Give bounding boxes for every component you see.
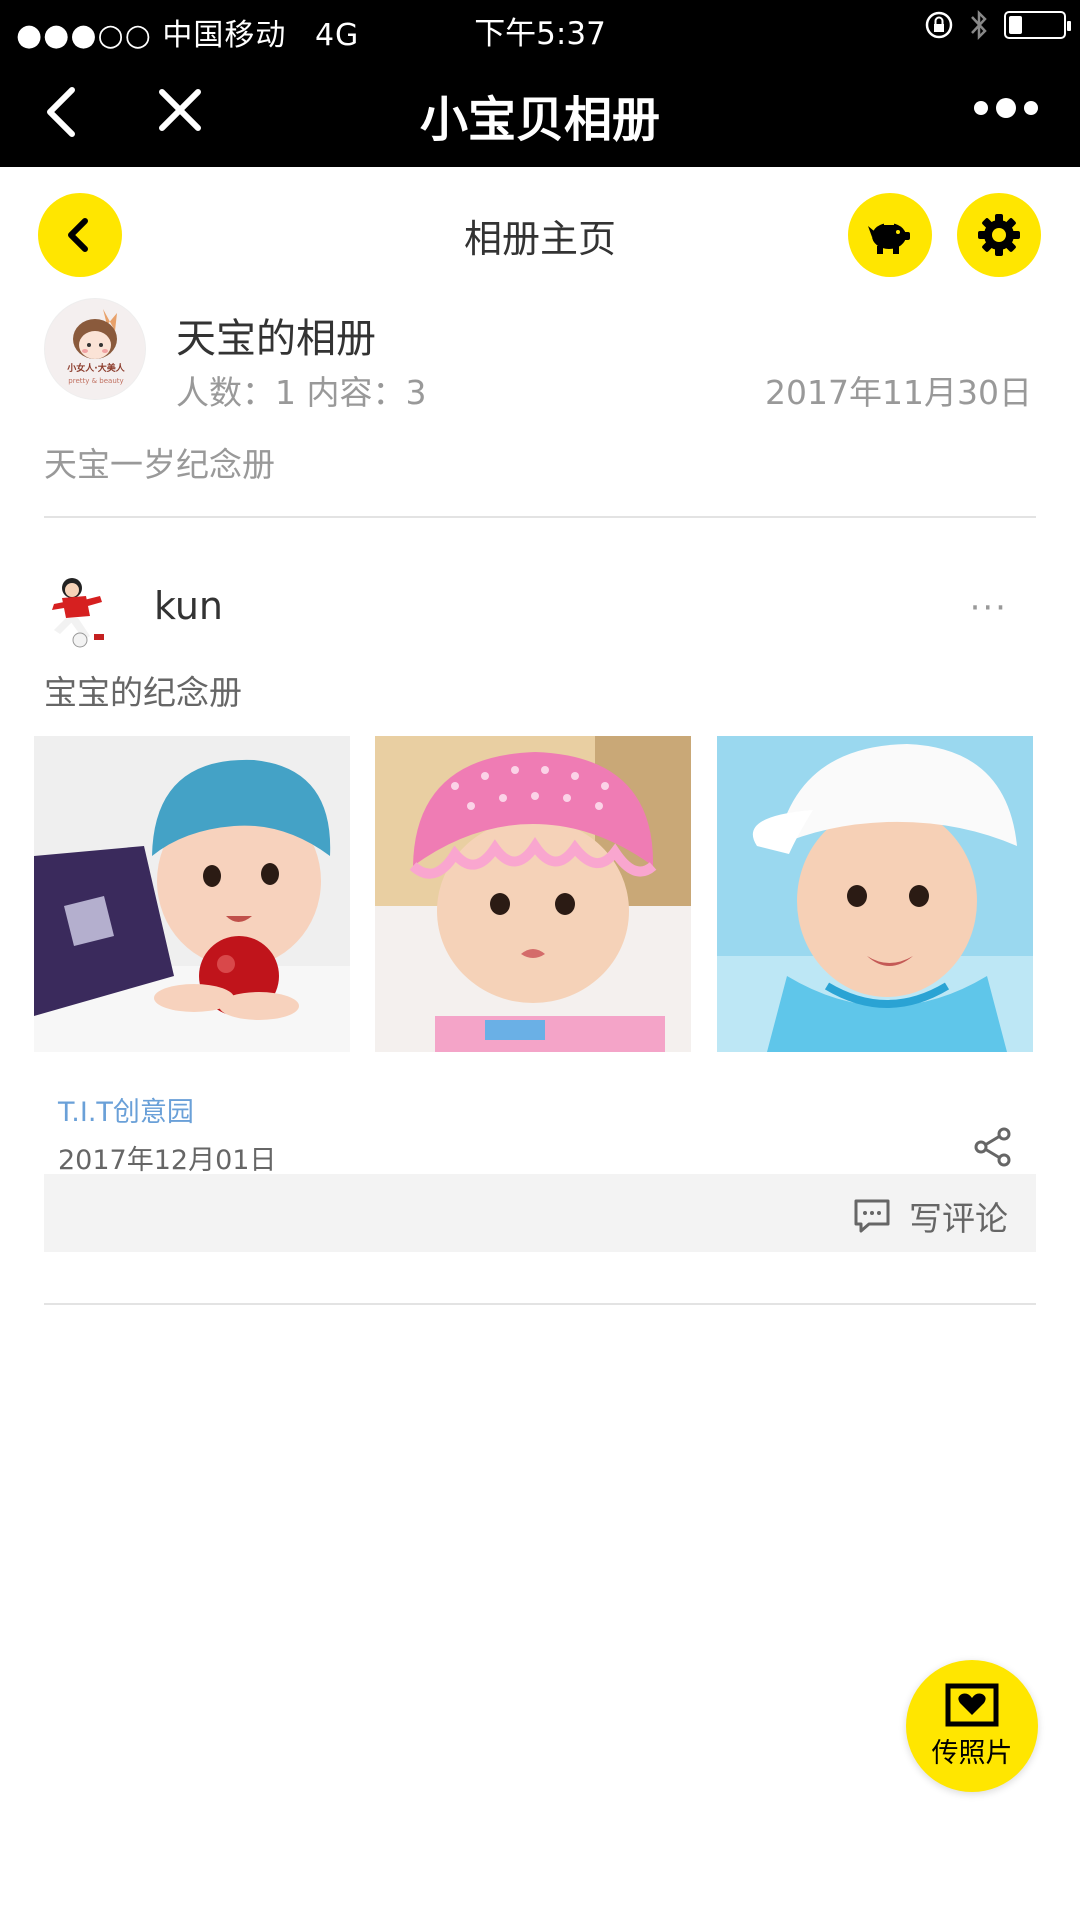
photo-thumbnail[interactable] — [717, 736, 1033, 1052]
write-comment-label: 写评论 — [909, 1199, 1008, 1238]
piggy-bank-icon — [868, 222, 910, 254]
photo-thumbnail[interactable] — [375, 736, 691, 1052]
avatar[interactable] — [44, 574, 120, 650]
baby-photo-blue-hat — [34, 736, 350, 1052]
svg-text:pretty & beauty: pretty & beauty — [68, 377, 123, 385]
share-icon[interactable] — [972, 1126, 1014, 1168]
album-name: 天宝的相册 — [176, 316, 376, 362]
gear-icon — [978, 214, 1020, 256]
photo-thumbnail[interactable] — [34, 736, 350, 1052]
album-date: 2017年11月30日 — [765, 373, 1032, 412]
bluetooth-icon — [971, 9, 987, 41]
battery-icon — [1004, 11, 1071, 39]
divider — [44, 516, 1036, 518]
divider — [44, 1303, 1036, 1305]
post-more-button[interactable]: ··· — [970, 588, 1008, 628]
more-dots-icon[interactable] — [974, 98, 1038, 118]
baby-photo-pink-hat — [375, 736, 691, 1052]
upload-photo-button[interactable]: 传照片 — [906, 1660, 1038, 1792]
status-bar: ●●●○○ 中国移动 4G 下午5:37 — [0, 0, 1080, 56]
upload-photo-label: 传照片 — [931, 1737, 1013, 1769]
soccer-player-avatar — [52, 578, 104, 648]
comment-bar: 写评论 — [44, 1174, 1036, 1252]
album-logo: 小女人·大美人 pretty & beauty — [45, 299, 145, 399]
post-source-link[interactable]: T.I.T创意园 — [58, 1090, 194, 1129]
baby-photo-white-cap — [717, 736, 1033, 1052]
post-date: 2017年12月01日 — [58, 1145, 277, 1176]
rotation-lock-icon — [925, 11, 953, 39]
album-description: 天宝一岁纪念册 — [44, 445, 275, 484]
album-avatar: 小女人·大美人 pretty & beauty — [44, 298, 146, 400]
photo-heart-icon — [945, 1683, 999, 1726]
svg-text:小女人·大美人: 小女人·大美人 — [66, 362, 125, 374]
clock: 下午5:37 — [474, 16, 606, 52]
nav-bar: 小宝贝相册 — [0, 56, 1080, 167]
app-title: 小宝贝相册 — [419, 92, 660, 148]
write-comment-button[interactable]: 写评论 — [853, 1192, 1008, 1240]
post-username[interactable]: kun — [154, 584, 223, 628]
piggy-bank-button[interactable] — [848, 193, 932, 277]
album-stats: 人数：1 内容：3 — [176, 373, 427, 412]
post-caption: 宝宝的纪念册 — [44, 673, 242, 712]
settings-button[interactable] — [957, 193, 1041, 277]
comment-icon — [854, 1199, 890, 1233]
